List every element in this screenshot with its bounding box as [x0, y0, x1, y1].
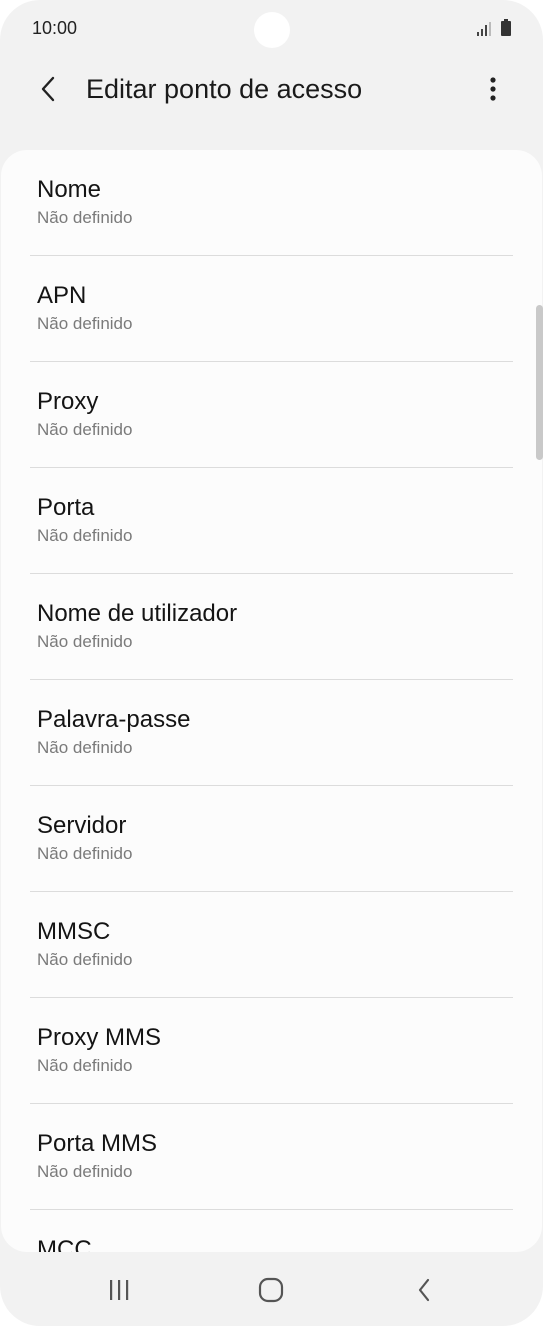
- recent-apps-icon[interactable]: [99, 1274, 139, 1306]
- item-title: Nome: [37, 176, 102, 203]
- item-title: Porta MMS: [37, 1130, 158, 1157]
- status-time: 10:00: [32, 18, 78, 38]
- list-item-apn[interactable]: APN Não definido: [1, 256, 542, 362]
- item-title: APN: [37, 282, 87, 309]
- item-value: Não definido: [37, 420, 133, 439]
- scrollbar[interactable]: [536, 305, 543, 460]
- list-item-porta-mms[interactable]: Porta MMS Não definido: [1, 1104, 542, 1210]
- signal-icon: [477, 22, 491, 36]
- battery-icon: [501, 19, 511, 36]
- item-value: Não definido: [37, 1162, 133, 1181]
- app-header: Editar ponto de acesso: [0, 60, 543, 124]
- status-bar: 10:00: [0, 0, 543, 60]
- navigation-bar: [0, 1252, 543, 1326]
- item-title: Nome de utilizador: [37, 600, 238, 627]
- item-title: Palavra-passe: [37, 706, 191, 733]
- camera-cutout: [254, 12, 290, 48]
- list-item-palavra-passe[interactable]: Palavra-passe Não definido: [1, 680, 542, 786]
- list-item-nome[interactable]: Nome Não definido: [1, 150, 542, 256]
- item-title: Porta: [37, 494, 95, 521]
- item-value: Não definido: [37, 526, 133, 545]
- list-item-proxy-mms[interactable]: Proxy MMS Não definido: [1, 998, 542, 1104]
- item-value: Não definido: [37, 844, 133, 863]
- home-icon[interactable]: [251, 1274, 291, 1306]
- settings-list: Nome Não definido APN Não definido Proxy…: [1, 150, 542, 1252]
- item-title: Proxy: [37, 388, 99, 415]
- list-item-mmsc[interactable]: MMSC Não definido: [1, 892, 542, 998]
- item-title: Servidor: [37, 812, 127, 839]
- item-value: Não definido: [37, 950, 133, 969]
- item-title: Proxy MMS: [37, 1024, 162, 1051]
- item-value: Não definido: [37, 632, 133, 651]
- chevron-left-icon[interactable]: [34, 74, 62, 104]
- item-title: MMSC: [37, 918, 111, 945]
- list-item-proxy[interactable]: Proxy Não definido: [1, 362, 542, 468]
- phone-screen: 10:00 Editar ponto de acesso Nome Não de…: [0, 0, 543, 1326]
- item-value: Não definido: [37, 738, 133, 757]
- item-value: Não definido: [37, 314, 133, 333]
- list-item-nome-de-utilizador[interactable]: Nome de utilizador Não definido: [1, 574, 542, 680]
- item-title: MCC: [37, 1236, 92, 1252]
- list-item-mcc[interactable]: MCC: [1, 1210, 542, 1252]
- page-title: Editar ponto de acesso: [86, 74, 363, 104]
- list-item-servidor[interactable]: Servidor Não definido: [1, 786, 542, 892]
- back-icon[interactable]: [404, 1274, 444, 1306]
- list-item-porta[interactable]: Porta Não definido: [1, 468, 542, 574]
- more-vertical-icon[interactable]: [478, 72, 508, 106]
- item-value: Não definido: [37, 1056, 133, 1075]
- item-value: Não definido: [37, 208, 133, 227]
